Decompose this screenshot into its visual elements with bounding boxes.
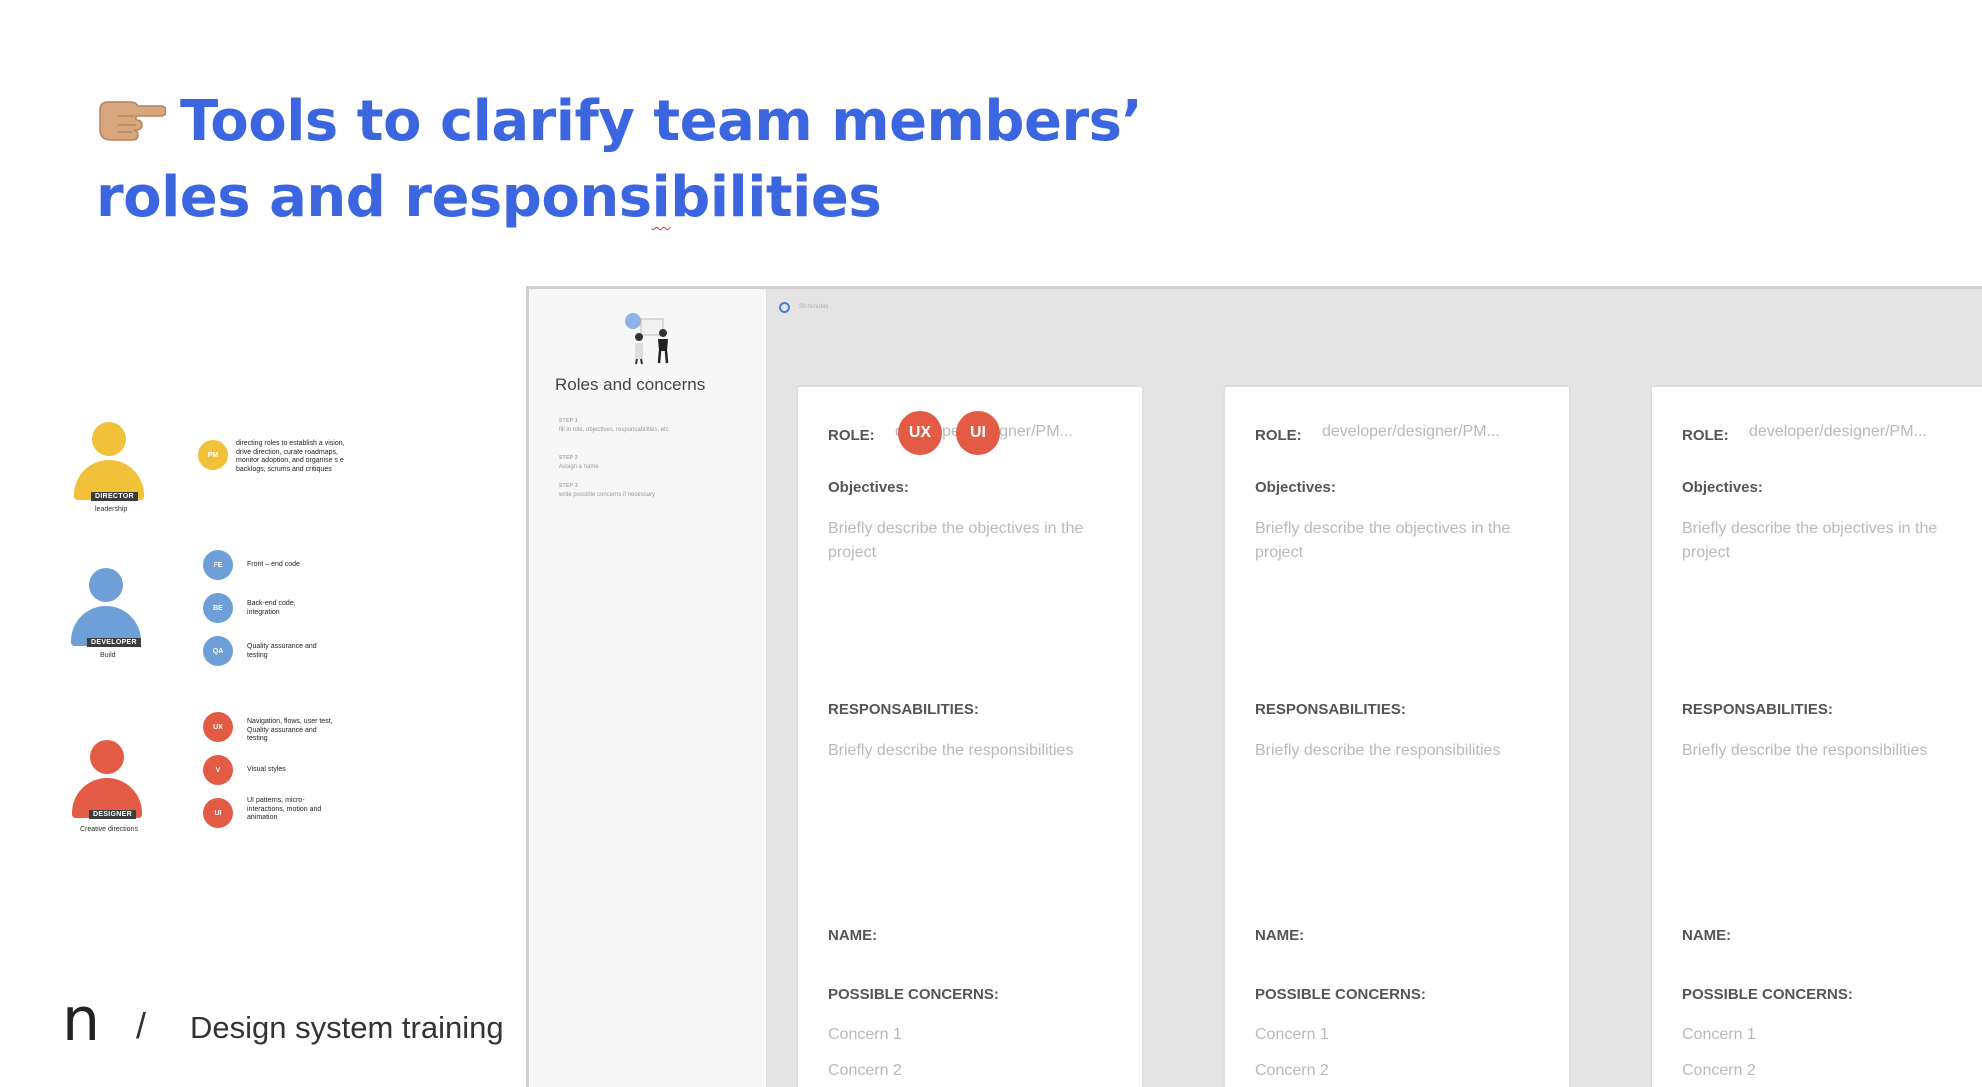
concerns-label: POSSIBLE CONCERNS: [828, 986, 999, 1003]
timer-text: 20 minutes [799, 304, 829, 310]
concern-1[interactable]: Concern 1 [1255, 1023, 1555, 1047]
designer-sub: Creative directions [80, 826, 138, 833]
responsibilities-hint[interactable]: Briefly describe the responsibilities [828, 739, 1128, 763]
step-3: STEP 3 write possible concerns if necessa… [559, 483, 656, 498]
role-card-3: ROLE: developer/designer/PM... Objective… [1651, 386, 1982, 1087]
footer-text: Design system training [190, 1010, 504, 1045]
chip-v: V [203, 755, 233, 785]
name-label: NAME: [1682, 927, 1732, 944]
responsibilities-label: RESPONSABILITIES: [1682, 701, 1833, 718]
timer-icon [779, 302, 790, 313]
concern-1[interactable]: Concern 1 [1682, 1023, 1982, 1047]
objectives-hint[interactable]: Briefly describe the objectives in the p… [828, 517, 1128, 565]
role-value[interactable]: developer/designer/PM... [1749, 423, 1927, 441]
objectives-hint[interactable]: Briefly describe the objectives in the p… [1682, 517, 1982, 565]
developer-tag: DEVELOPER [87, 638, 141, 647]
chip-ui-desc: UI patterns, micro-interactions, motion … [247, 797, 322, 821]
objectives-label: Objectives: [1255, 479, 1336, 496]
role-label: ROLE: [1682, 427, 1729, 444]
board-sidebar: Roles and concerns STEP 1 fill in role, o… [529, 289, 767, 1087]
responsibilities-hint[interactable]: Briefly describe the responsibilities [1682, 739, 1982, 763]
objectives-label: Objectives: [1682, 479, 1763, 496]
chip-ui: UI [203, 798, 233, 828]
chip-be: BE [203, 593, 233, 623]
concern-1[interactable]: Concern 1 [828, 1023, 1128, 1047]
role-card-2: ROLE: developer/designer/PM... Objective… [1224, 386, 1570, 1087]
pointing-hand-icon [99, 101, 166, 141]
chip-v-desc: Visual styles [247, 766, 286, 773]
name-label: NAME: [1255, 927, 1305, 944]
footer-separator: / [136, 1005, 147, 1046]
title-text-1: Tools to clarify team members’ [180, 89, 1143, 154]
page-title: Tools to clarify team members’ roles and… [96, 84, 1196, 236]
responsibilities-label: RESPONSABILITIES: [1255, 701, 1406, 718]
responsibilities-label: RESPONSABILITIES: [828, 701, 979, 718]
objectives-hint[interactable]: Briefly describe the objectives in the p… [1255, 517, 1555, 565]
concerns-label: POSSIBLE CONCERNS: [1255, 986, 1426, 1003]
title-text-2c: bilities [670, 165, 882, 230]
chip-qa: QA [203, 636, 233, 666]
director-tag: DIRECTOR [91, 492, 138, 501]
concerns-label: POSSIBLE CONCERNS: [1682, 986, 1853, 1003]
responsibilities-hint[interactable]: Briefly describe the responsibilities [1255, 739, 1555, 763]
chip-fe: FE [203, 550, 233, 580]
objectives-label: Objectives: [828, 479, 909, 496]
chip-be-desc: Back-end code, integration [247, 600, 296, 616]
title-text-2b: i [651, 165, 671, 230]
title-text-2a: roles and respons [96, 165, 652, 230]
ui-badge[interactable]: UI [956, 411, 1000, 455]
step-1: STEP 1 fill in role, objectives, responsa… [559, 418, 669, 433]
chip-fe-desc: Front – end code [247, 561, 300, 568]
chip-pm: PM [198, 440, 228, 470]
developer-sub: Build [100, 652, 116, 659]
chip-qa-desc: Quality assurance and testing [247, 643, 317, 659]
concern-2[interactable]: Concern 2 [1682, 1059, 1982, 1083]
title-line-1: Tools to clarify team members’ [96, 84, 1196, 160]
chip-ux: UX [203, 712, 233, 742]
designer-tag: DESIGNER [89, 810, 136, 819]
role-card-1: ROLE: developer/designer/PM... UX UI Obj… [797, 386, 1143, 1087]
title-line-2: roles and responsibilities [96, 160, 1196, 236]
role-label: ROLE: [828, 427, 875, 444]
director-sub: leadership [95, 506, 128, 513]
role-value[interactable]: developer/designer/PM... [1322, 423, 1500, 441]
roles-board: Roles and concerns STEP 1 fill in role, o… [526, 286, 1982, 1087]
name-label: NAME: [828, 927, 878, 944]
team-illustration-icon [625, 313, 669, 365]
role-label: ROLE: [1255, 427, 1302, 444]
board-sidebar-title: Roles and concerns [555, 375, 706, 394]
step-2: STEP 2 Assign a name [559, 455, 599, 470]
chip-pm-desc: directing roles to establish a vision, d… [236, 440, 345, 473]
brand-logo: n [62, 985, 101, 1055]
concern-2[interactable]: Concern 2 [1255, 1059, 1555, 1083]
ux-badge[interactable]: UX [898, 411, 942, 455]
chip-ux-desc: Navigation, flows, user test, Quality as… [247, 718, 333, 742]
concern-2[interactable]: Concern 2 [828, 1059, 1128, 1083]
